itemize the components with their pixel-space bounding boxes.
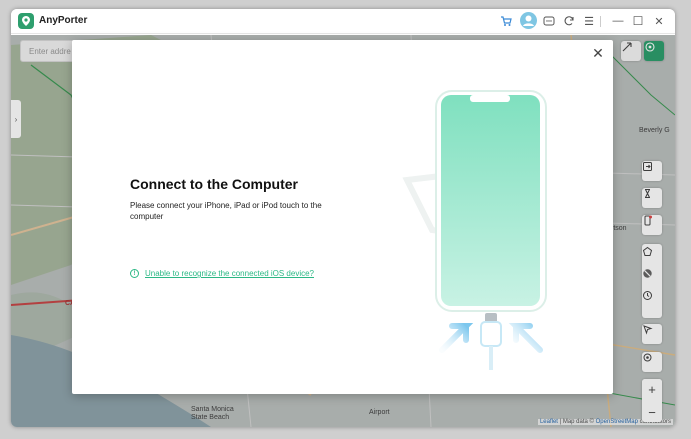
menu-icon[interactable]: ☰: [582, 14, 596, 28]
minimize-icon[interactable]: —: [611, 14, 625, 28]
app-title: AnyPorter: [39, 15, 88, 26]
close-icon[interactable]: ✕: [652, 14, 666, 28]
app-logo-icon: [18, 13, 34, 29]
titlebar-separator: [600, 16, 601, 27]
connect-dialog: ✕ Connect to the Computer Please connect…: [72, 40, 613, 394]
title-bar: AnyPorter ☰ — ☐ ✕: [11, 9, 675, 34]
cart-icon[interactable]: [499, 14, 513, 28]
maximize-icon[interactable]: ☐: [631, 14, 645, 28]
chat-icon[interactable]: [542, 14, 556, 28]
phone-connect-illustration: [402, 90, 547, 370]
refresh-icon[interactable]: [562, 14, 576, 28]
app-window: AnyPorter ☰ — ☐ ✕ Enter addre Beverly G …: [11, 9, 675, 427]
avatar-icon[interactable]: [520, 12, 537, 29]
